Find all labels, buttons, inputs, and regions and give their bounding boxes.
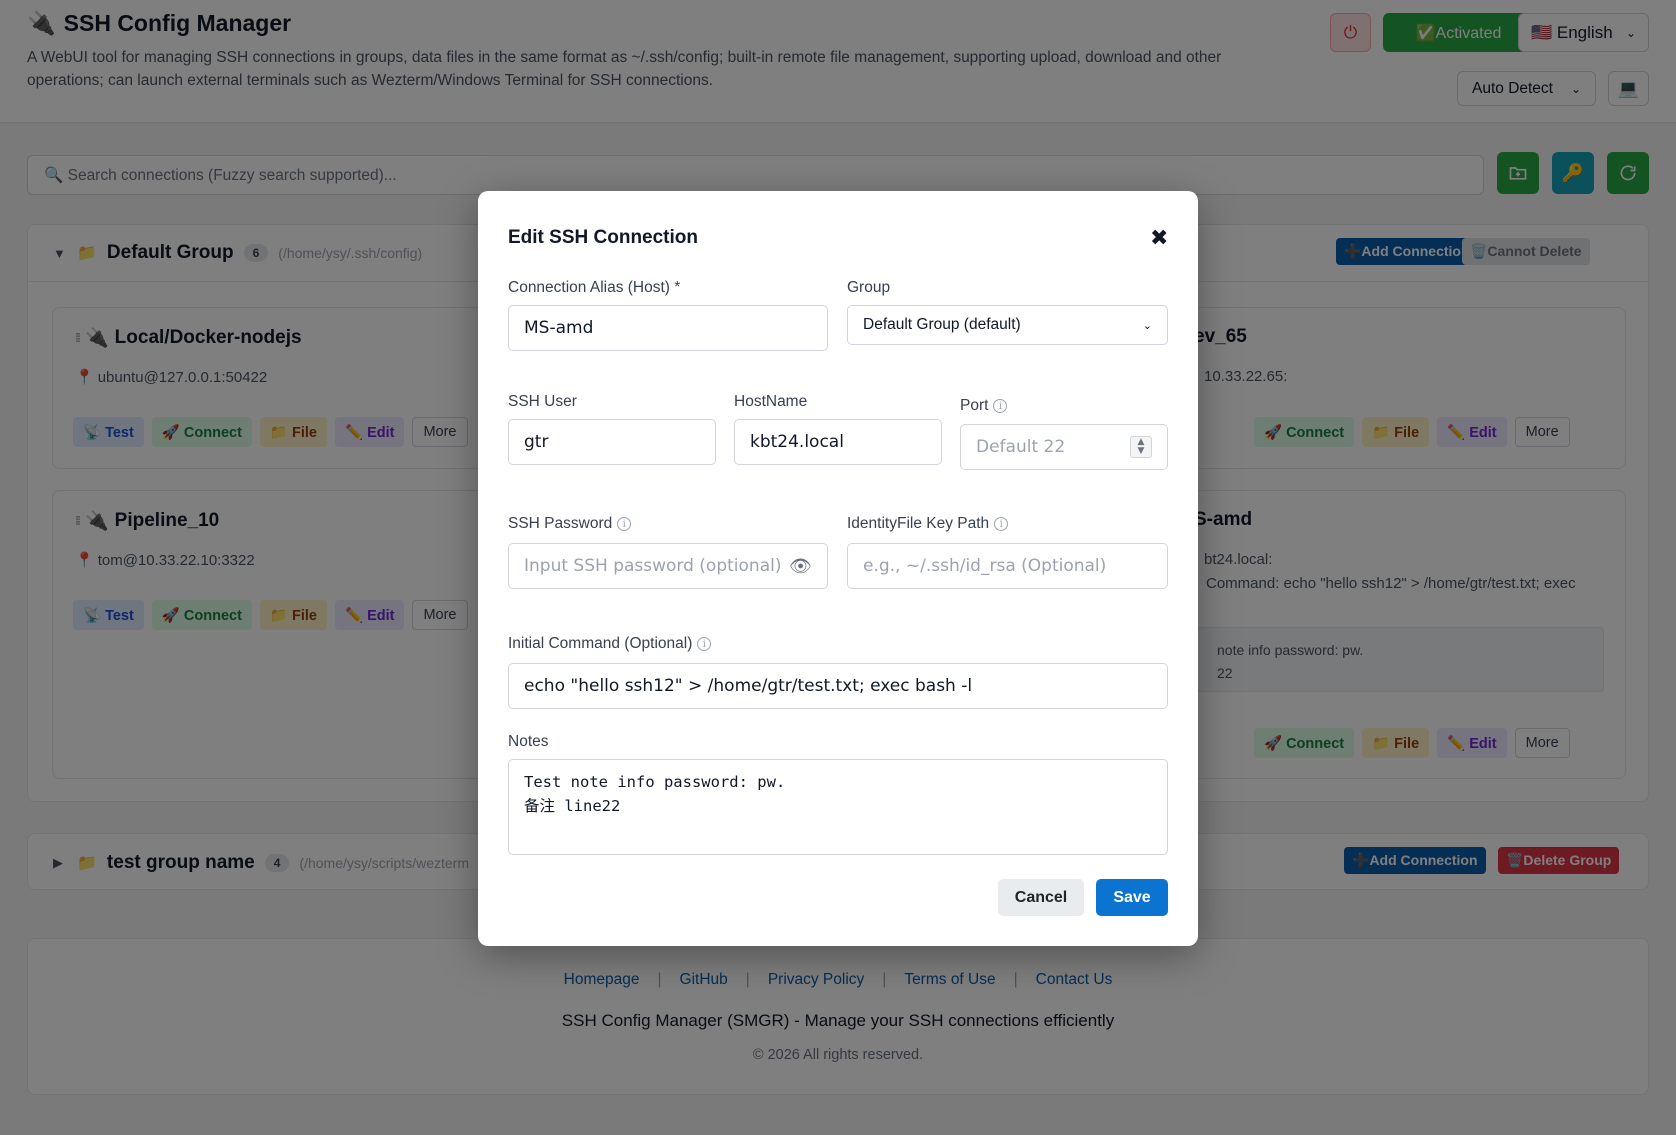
group-select-value: Default Group (default) — [863, 316, 1021, 333]
info-icon[interactable]: i — [994, 517, 1009, 531]
info-icon[interactable]: i — [993, 399, 1008, 413]
alias-label: Connection Alias (Host) * — [508, 279, 681, 296]
password-input[interactable]: Input SSH password (optional) 👁 — [508, 543, 828, 589]
port-input[interactable]: Default 22 ▲ ▼ — [960, 424, 1168, 470]
alias-input[interactable]: MS-amd — [508, 305, 828, 351]
initcmd-input[interactable]: echo "hello ssh12" > /home/gtr/test.txt;… — [508, 663, 1168, 709]
save-button[interactable]: Save — [1096, 879, 1168, 916]
port-placeholder: Default 22 — [976, 437, 1066, 457]
eye-icon[interactable]: 👁 — [789, 556, 812, 577]
stepper-icon[interactable]: ▲ ▼ — [1130, 436, 1152, 458]
edit-connection-dialog: Edit SSH Connection ✖ Connection Alias (… — [478, 191, 1198, 946]
identity-label: IdentityFile Key Path i — [847, 515, 1009, 533]
hostname-label: HostName — [734, 393, 808, 410]
password-label-text: SSH Password — [508, 515, 613, 532]
password-label: SSH Password i — [508, 515, 632, 533]
info-icon[interactable]: i — [697, 637, 712, 651]
notes-textarea[interactable]: Test note info password: pw. 备注 line22 — [508, 759, 1168, 855]
cancel-button[interactable]: Cancel — [998, 879, 1084, 916]
group-label: Group — [847, 279, 891, 296]
identity-input[interactable]: e.g., ~/.ssh/id_rsa (Optional) — [847, 543, 1168, 589]
password-placeholder: Input SSH password (optional) — [524, 556, 782, 576]
user-input[interactable]: gtr — [508, 419, 716, 465]
group-select[interactable]: Default Group (default) ⌄ — [847, 305, 1168, 345]
user-label: SSH User — [508, 393, 577, 410]
notes-label: Notes — [508, 733, 549, 750]
initcmd-label: Initial Command (Optional) i — [508, 635, 712, 653]
port-label-text: Port — [960, 397, 989, 414]
port-label: Port i — [960, 397, 1008, 415]
info-icon[interactable]: i — [617, 517, 632, 531]
chevron-down-icon: ⌄ — [1142, 319, 1152, 332]
close-icon[interactable]: ✖ — [1150, 225, 1168, 251]
dialog-title: Edit SSH Connection — [508, 227, 698, 248]
hostname-input[interactable]: kbt24.local — [734, 419, 942, 465]
initcmd-label-text: Initial Command (Optional) — [508, 635, 693, 652]
identity-label-text: IdentityFile Key Path — [847, 515, 990, 532]
